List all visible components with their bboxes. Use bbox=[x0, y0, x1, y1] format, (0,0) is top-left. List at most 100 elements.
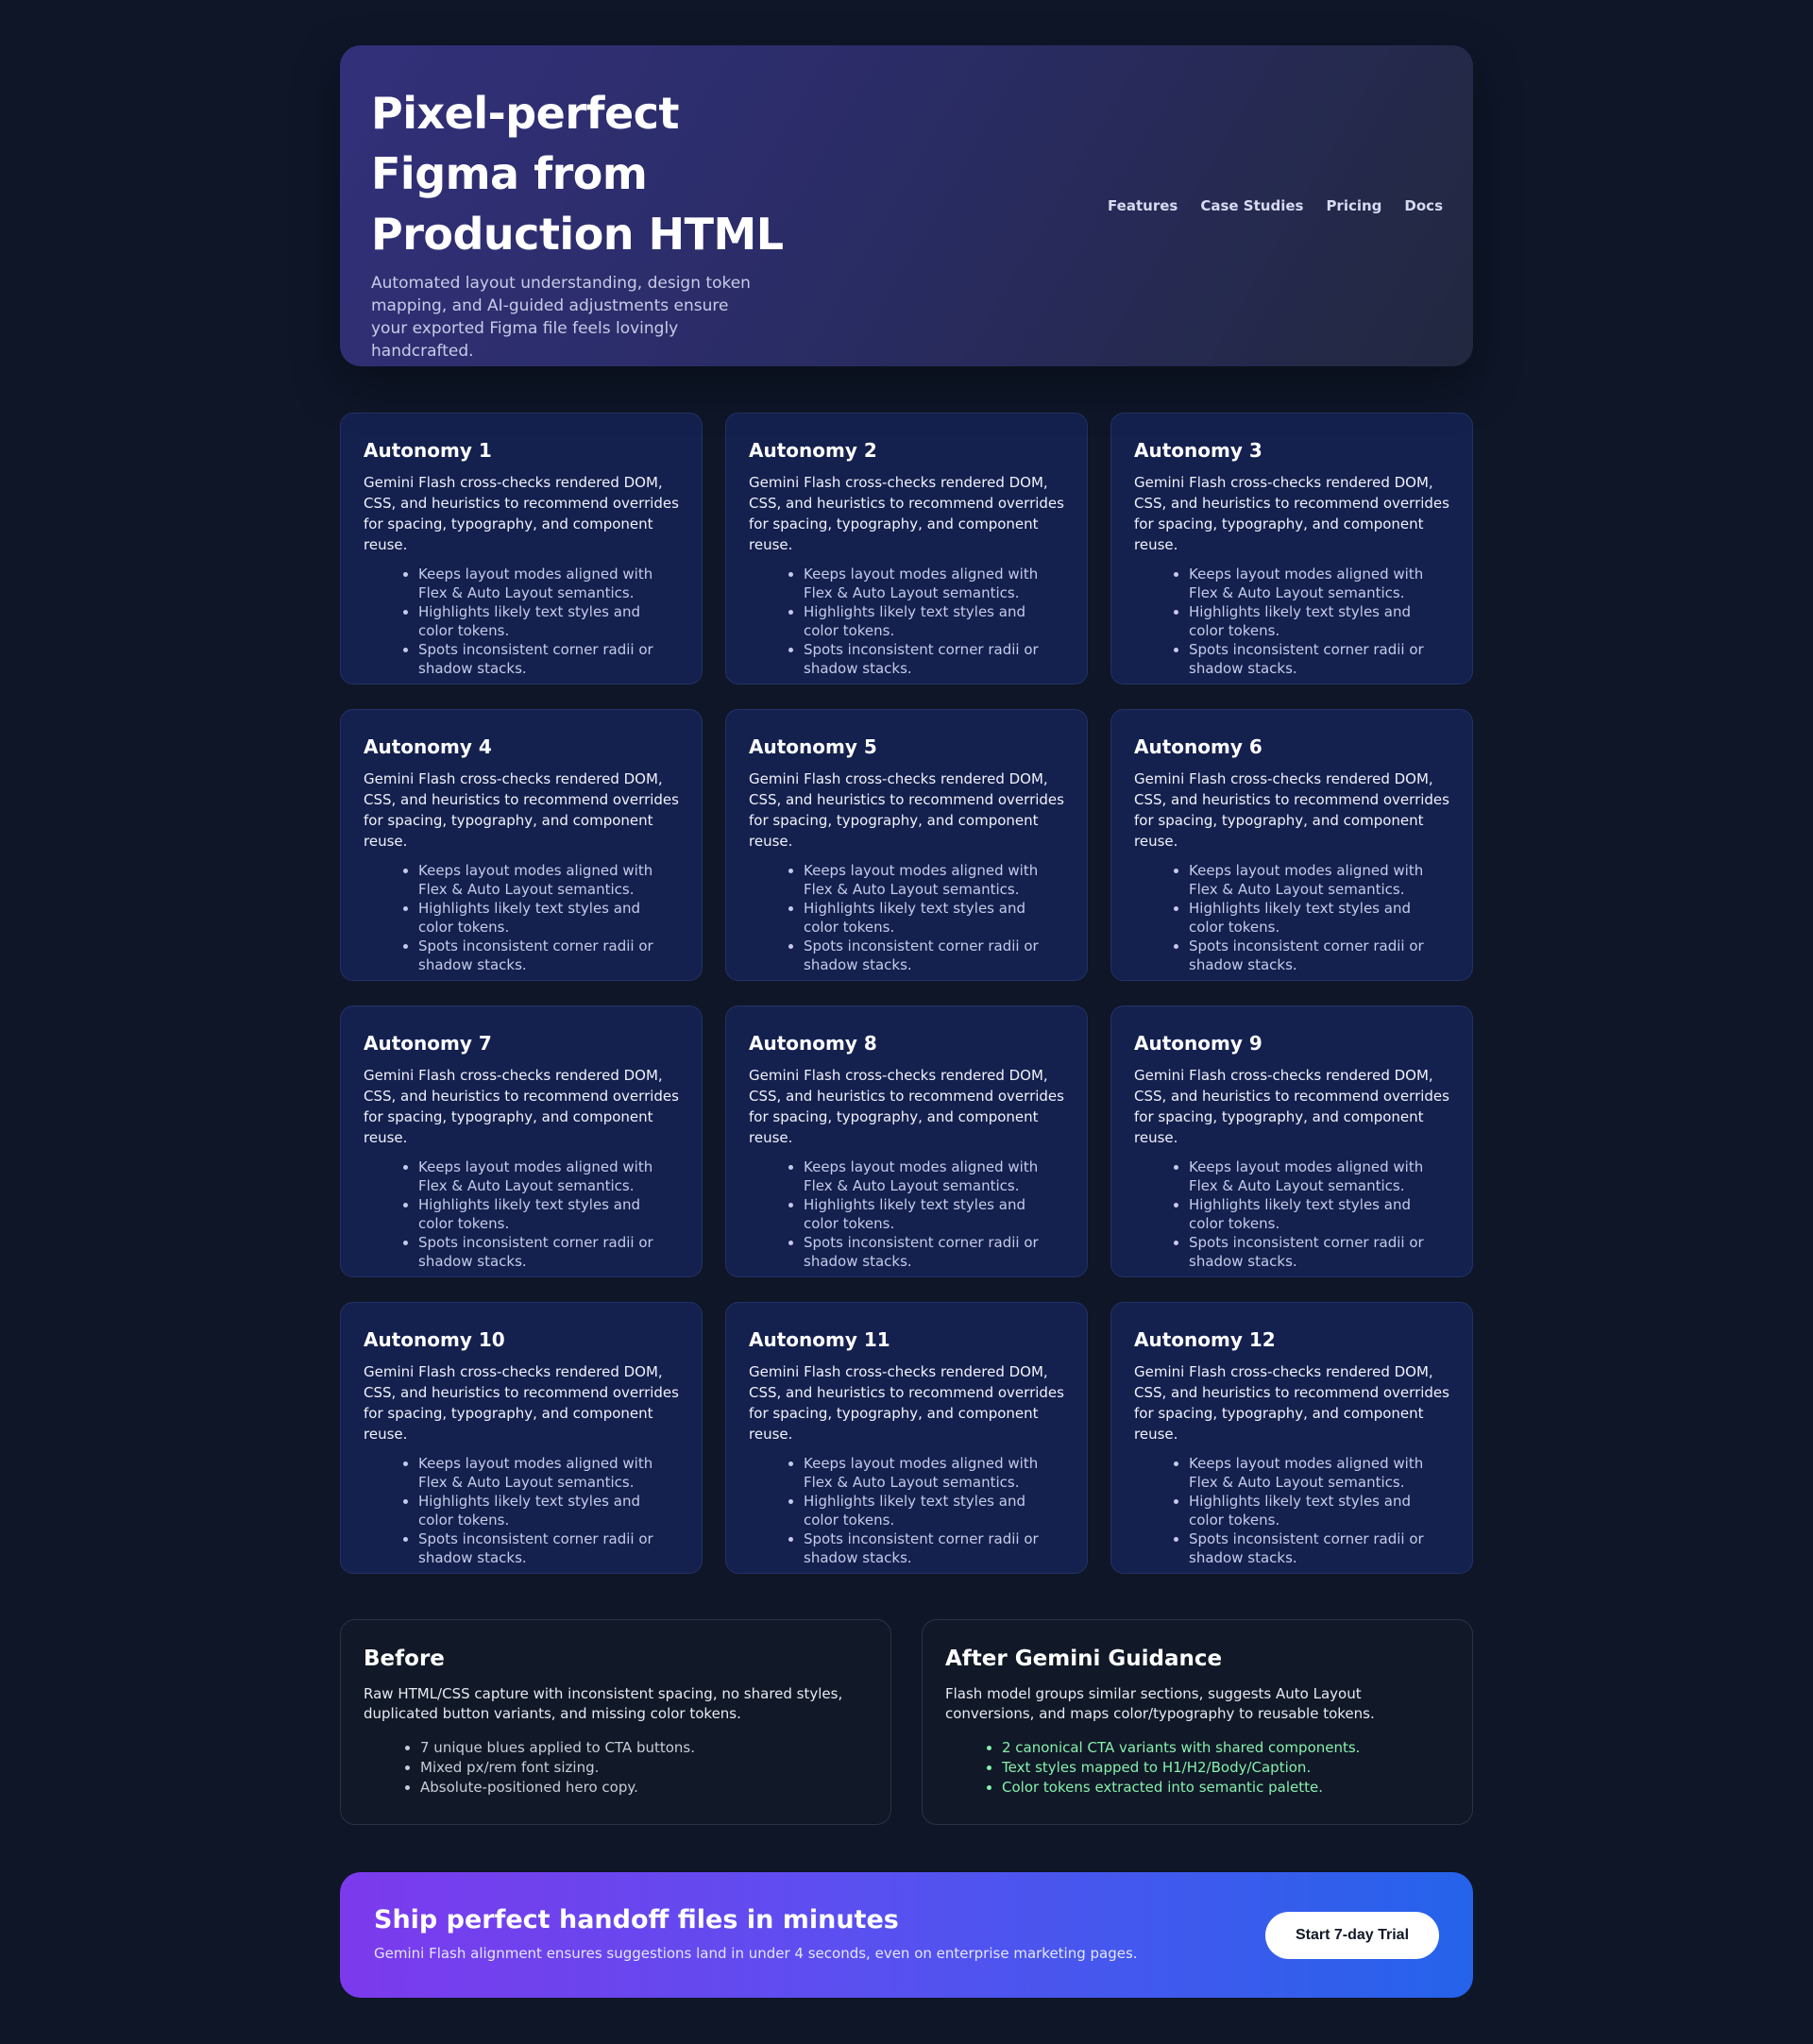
list-item: Keeps layout modes aligned with Flex & A… bbox=[418, 861, 679, 899]
card-bullet-list: Keeps layout modes aligned with Flex & A… bbox=[364, 861, 679, 974]
list-item: Keeps layout modes aligned with Flex & A… bbox=[1189, 565, 1449, 602]
list-item: Spots inconsistent corner radii or shado… bbox=[1189, 1529, 1449, 1567]
feature-card: Autonomy 7 Gemini Flash cross-checks ren… bbox=[340, 1005, 703, 1277]
card-title: Autonomy 5 bbox=[749, 735, 877, 758]
list-item: Text styles mapped to H1/H2/Body/Caption… bbox=[1002, 1758, 1449, 1778]
card-bullet-list: Keeps layout modes aligned with Flex & A… bbox=[1134, 861, 1449, 974]
list-item: Spots inconsistent corner radii or shado… bbox=[804, 640, 1064, 678]
card-body: Gemini Flash cross-checks rendered DOM, … bbox=[749, 1067, 1064, 1146]
before-body: Raw HTML/CSS capture with inconsistent s… bbox=[364, 1685, 843, 1722]
after-title: After Gemini Guidance bbox=[945, 1647, 1223, 1671]
feature-card: Autonomy 10 Gemini Flash cross-checks re… bbox=[340, 1302, 703, 1574]
list-item: Spots inconsistent corner radii or shado… bbox=[418, 640, 679, 678]
card-body: Gemini Flash cross-checks rendered DOM, … bbox=[749, 474, 1064, 553]
list-item: Spots inconsistent corner radii or shado… bbox=[1189, 640, 1449, 678]
after-panel: After Gemini Guidance Flash model groups… bbox=[922, 1619, 1473, 1825]
card-body: Gemini Flash cross-checks rendered DOM, … bbox=[364, 474, 679, 553]
list-item: Keeps layout modes aligned with Flex & A… bbox=[418, 1157, 679, 1195]
list-item: Spots inconsistent corner radii or shado… bbox=[804, 937, 1064, 974]
list-item: Highlights likely text styles and color … bbox=[1189, 1195, 1449, 1233]
card-body: Gemini Flash cross-checks rendered DOM, … bbox=[749, 1363, 1064, 1443]
card-body: Gemini Flash cross-checks rendered DOM, … bbox=[1134, 770, 1449, 850]
hero-section: Pixel-perfect Figma from Production HTML… bbox=[340, 45, 1473, 366]
list-item: 2 canonical CTA variants with shared com… bbox=[1002, 1738, 1449, 1758]
list-item: 7 unique blues applied to CTA buttons. bbox=[420, 1738, 868, 1758]
card-body: Gemini Flash cross-checks rendered DOM, … bbox=[749, 770, 1064, 850]
list-item: Highlights likely text styles and color … bbox=[418, 1195, 679, 1233]
list-item: Mixed px/rem font sizing. bbox=[420, 1758, 868, 1778]
list-item: Highlights likely text styles and color … bbox=[1189, 899, 1449, 937]
before-after-comparison: Before Raw HTML/CSS capture with inconsi… bbox=[340, 1619, 1473, 1825]
card-title: Autonomy 7 bbox=[364, 1032, 492, 1055]
list-item: Color tokens extracted into semantic pal… bbox=[1002, 1778, 1449, 1798]
list-item: Spots inconsistent corner radii or shado… bbox=[804, 1529, 1064, 1567]
card-body: Gemini Flash cross-checks rendered DOM, … bbox=[364, 1363, 679, 1443]
after-body: Flash model groups similar sections, sug… bbox=[945, 1685, 1375, 1722]
list-item: Highlights likely text styles and color … bbox=[418, 899, 679, 937]
feature-card: Autonomy 12 Gemini Flash cross-checks re… bbox=[1110, 1302, 1473, 1574]
feature-card: Autonomy 8 Gemini Flash cross-checks ren… bbox=[725, 1005, 1088, 1277]
list-item: Highlights likely text styles and color … bbox=[804, 1195, 1064, 1233]
start-trial-button[interactable]: Start 7-day Trial bbox=[1265, 1912, 1439, 1959]
list-item: Keeps layout modes aligned with Flex & A… bbox=[804, 861, 1064, 899]
nav-link-docs[interactable]: Docs bbox=[1404, 196, 1443, 215]
before-title: Before bbox=[364, 1647, 445, 1671]
feature-card: Autonomy 4 Gemini Flash cross-checks ren… bbox=[340, 709, 703, 981]
nav-link-case-studies[interactable]: Case Studies bbox=[1200, 196, 1303, 215]
card-body: Gemini Flash cross-checks rendered DOM, … bbox=[364, 770, 679, 850]
list-item: Keeps layout modes aligned with Flex & A… bbox=[804, 1454, 1064, 1492]
card-title: Autonomy 2 bbox=[749, 439, 877, 462]
list-item: Highlights likely text styles and color … bbox=[804, 1492, 1064, 1529]
list-item: Keeps layout modes aligned with Flex & A… bbox=[418, 1454, 679, 1492]
card-body: Gemini Flash cross-checks rendered DOM, … bbox=[1134, 474, 1449, 553]
cta-banner: Ship perfect handoff files in minutes Ge… bbox=[340, 1872, 1473, 1998]
top-nav: Features Case Studies Pricing Docs bbox=[1108, 196, 1443, 215]
nav-link-features[interactable]: Features bbox=[1108, 196, 1178, 215]
list-item: Spots inconsistent corner radii or shado… bbox=[418, 1529, 679, 1567]
card-title: Autonomy 4 bbox=[364, 735, 492, 758]
card-bullet-list: Keeps layout modes aligned with Flex & A… bbox=[364, 1157, 679, 1271]
list-item: Keeps layout modes aligned with Flex & A… bbox=[1189, 1454, 1449, 1492]
card-title: Autonomy 11 bbox=[749, 1328, 890, 1351]
card-title: Autonomy 3 bbox=[1134, 439, 1262, 462]
list-item: Spots inconsistent corner radii or shado… bbox=[418, 937, 679, 974]
feature-card: Autonomy 2 Gemini Flash cross-checks ren… bbox=[725, 413, 1088, 684]
card-bullet-list: Keeps layout modes aligned with Flex & A… bbox=[749, 861, 1064, 974]
card-body: Gemini Flash cross-checks rendered DOM, … bbox=[1134, 1067, 1449, 1146]
card-title: Autonomy 12 bbox=[1134, 1328, 1276, 1351]
card-title: Autonomy 10 bbox=[364, 1328, 505, 1351]
page-container: Pixel-perfect Figma from Production HTML… bbox=[340, 45, 1473, 1998]
list-item: Spots inconsistent corner radii or shado… bbox=[1189, 1233, 1449, 1271]
list-item: Keeps layout modes aligned with Flex & A… bbox=[418, 565, 679, 602]
list-item: Keeps layout modes aligned with Flex & A… bbox=[804, 565, 1064, 602]
feature-card: Autonomy 1 Gemini Flash cross-checks ren… bbox=[340, 413, 703, 684]
list-item: Highlights likely text styles and color … bbox=[418, 602, 679, 640]
card-body: Gemini Flash cross-checks rendered DOM, … bbox=[364, 1067, 679, 1146]
list-item: Keeps layout modes aligned with Flex & A… bbox=[1189, 1157, 1449, 1195]
card-bullet-list: Keeps layout modes aligned with Flex & A… bbox=[364, 1454, 679, 1567]
card-bullet-list: Keeps layout modes aligned with Flex & A… bbox=[1134, 1157, 1449, 1271]
hero-title: Pixel-perfect Figma from Production HTML bbox=[371, 88, 784, 260]
card-bullet-list: Keeps layout modes aligned with Flex & A… bbox=[1134, 1454, 1449, 1567]
list-item: Highlights likely text styles and color … bbox=[1189, 602, 1449, 640]
list-item: Absolute-positioned hero copy. bbox=[420, 1778, 868, 1798]
before-bullet-list: 7 unique blues applied to CTA buttons. M… bbox=[364, 1738, 868, 1798]
list-item: Keeps layout modes aligned with Flex & A… bbox=[804, 1157, 1064, 1195]
list-item: Spots inconsistent corner radii or shado… bbox=[804, 1233, 1064, 1271]
list-item: Spots inconsistent corner radii or shado… bbox=[418, 1233, 679, 1271]
hero-subtitle: Automated layout understanding, design t… bbox=[371, 274, 751, 361]
card-bullet-list: Keeps layout modes aligned with Flex & A… bbox=[749, 1157, 1064, 1271]
feature-card-grid: Autonomy 1 Gemini Flash cross-checks ren… bbox=[340, 413, 1473, 1574]
feature-card: Autonomy 6 Gemini Flash cross-checks ren… bbox=[1110, 709, 1473, 981]
nav-link-pricing[interactable]: Pricing bbox=[1326, 196, 1381, 215]
feature-card: Autonomy 11 Gemini Flash cross-checks re… bbox=[725, 1302, 1088, 1574]
feature-card: Autonomy 9 Gemini Flash cross-checks ren… bbox=[1110, 1005, 1473, 1277]
list-item: Spots inconsistent corner radii or shado… bbox=[1189, 937, 1449, 974]
card-bullet-list: Keeps layout modes aligned with Flex & A… bbox=[749, 1454, 1064, 1567]
before-panel: Before Raw HTML/CSS capture with inconsi… bbox=[340, 1619, 891, 1825]
card-body: Gemini Flash cross-checks rendered DOM, … bbox=[1134, 1363, 1449, 1443]
card-title: Autonomy 6 bbox=[1134, 735, 1262, 758]
card-title: Autonomy 1 bbox=[364, 439, 492, 462]
list-item: Highlights likely text styles and color … bbox=[418, 1492, 679, 1529]
card-bullet-list: Keeps layout modes aligned with Flex & A… bbox=[1134, 565, 1449, 678]
